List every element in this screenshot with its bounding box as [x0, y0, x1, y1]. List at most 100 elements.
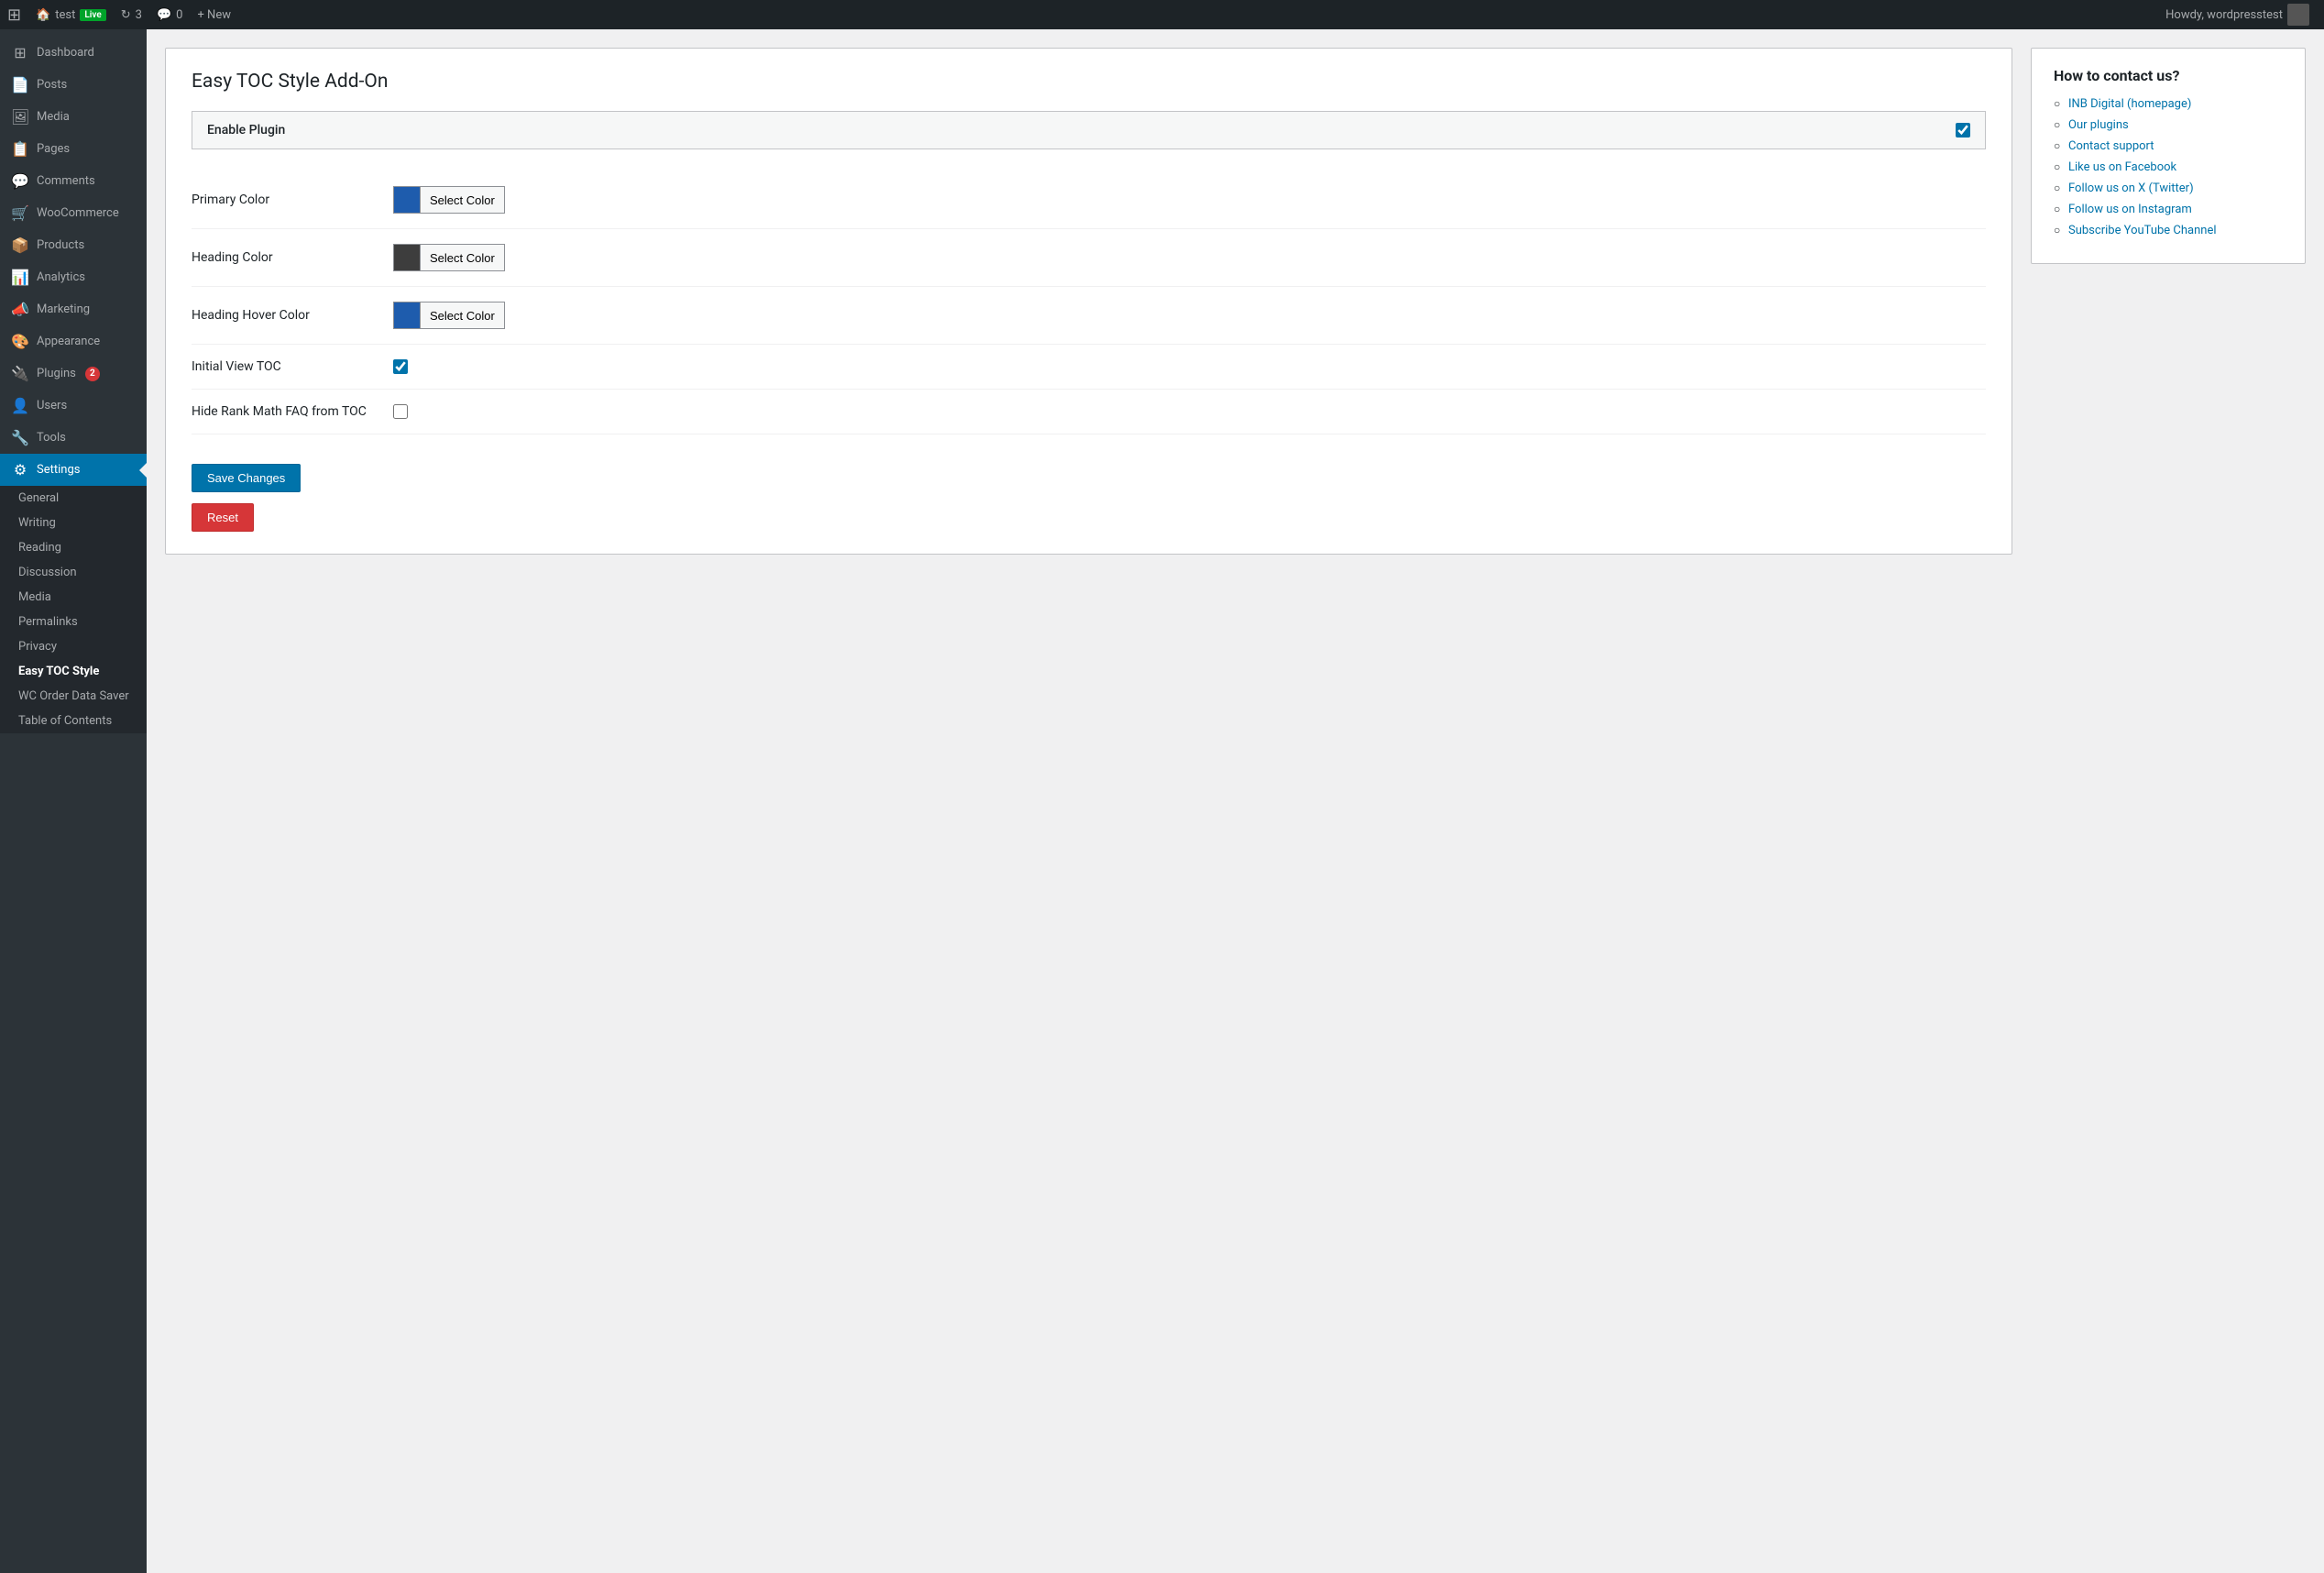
adminbar-updates[interactable]: ↻ 3 — [114, 0, 149, 29]
comments-icon: 💬 — [157, 8, 171, 22]
submenu-reading[interactable]: Reading — [0, 535, 147, 560]
submenu-discussion[interactable]: Discussion — [0, 560, 147, 585]
heading-color-row: Heading Color Select Color — [192, 229, 1986, 287]
heading-color-label: Heading Color — [192, 250, 393, 265]
heading-color-button[interactable]: Select Color — [421, 244, 505, 271]
plugins-badge: 2 — [85, 367, 100, 381]
enable-plugin-label: Enable Plugin — [207, 123, 285, 138]
adminbar-new-label: + New — [197, 8, 231, 22]
initial-view-toc-row: Initial View TOC — [192, 345, 1986, 390]
sidebar-label-appearance: Appearance — [37, 335, 100, 348]
updates-icon: ↻ — [121, 8, 131, 22]
sidebar-label-marketing: Marketing — [37, 302, 90, 316]
form-reset-action: Reset — [192, 496, 1986, 532]
list-item: Follow us on Instagram — [2054, 203, 2283, 216]
adminbar-site-name: test — [55, 8, 75, 22]
sidebar-label-woocommerce: WooCommerce — [37, 206, 119, 220]
settings-icon: ⚙ — [11, 461, 29, 478]
main-form-card: Easy TOC Style Add-On Enable Plugin Prim… — [165, 48, 2012, 555]
heading-hover-color-row: Heading Hover Color Select Color — [192, 287, 1986, 345]
primary-color-row: Primary Color Select Color — [192, 171, 1986, 229]
twitter-link[interactable]: Follow us on X (Twitter) — [2068, 182, 2194, 195]
sidebar-item-posts[interactable]: 📄 Posts — [0, 69, 147, 101]
submenu-general[interactable]: General — [0, 486, 147, 511]
hide-rank-math-label: Hide Rank Math FAQ from TOC — [192, 404, 393, 419]
dashboard-icon: ⊞ — [11, 44, 29, 61]
adminbar-site[interactable]: 🏠 test Live — [28, 0, 114, 29]
products-icon: 📦 — [11, 236, 29, 254]
primary-color-button[interactable]: Select Color — [421, 186, 505, 214]
sidebar-label-comments: Comments — [37, 174, 95, 188]
contact-support-link[interactable]: Contact support — [2068, 139, 2154, 153]
save-changes-button[interactable]: Save Changes — [192, 464, 301, 492]
sidebar-label-posts: Posts — [37, 78, 67, 92]
primary-color-swatch[interactable] — [393, 186, 421, 214]
sidebar-item-marketing[interactable]: 📣 Marketing — [0, 293, 147, 325]
submenu-writing[interactable]: Writing — [0, 511, 147, 535]
sidebar-item-tools[interactable]: 🔧 Tools — [0, 422, 147, 454]
comments-count: 0 — [176, 8, 182, 22]
submenu-table-of-contents[interactable]: Table of Contents — [0, 709, 147, 733]
inb-digital-link[interactable]: INB Digital (homepage) — [2068, 97, 2191, 111]
adminbar-user[interactable]: Howdy, wordpresstest — [2158, 0, 2317, 29]
sidebar-label-analytics: Analytics — [37, 270, 85, 284]
page-title: Easy TOC Style Add-On — [192, 71, 1986, 93]
media-icon: 🖼 — [11, 108, 29, 126]
sidebar-item-plugins[interactable]: 🔌 Plugins 2 — [0, 358, 147, 390]
sidebar-item-dashboard[interactable]: ⊞ Dashboard — [0, 37, 147, 69]
our-plugins-link[interactable]: Our plugins — [2068, 118, 2129, 132]
heading-hover-color-button[interactable]: Select Color — [421, 302, 505, 329]
adminbar-howdy: Howdy, wordpresstest — [2165, 8, 2283, 22]
adminbar-new[interactable]: + New — [190, 0, 238, 29]
heading-hover-color-picker: Select Color — [393, 302, 505, 329]
sidebar-label-users: Users — [37, 399, 67, 412]
info-card-links: INB Digital (homepage) Our plugins Conta… — [2054, 97, 2283, 237]
wp-logo-icon[interactable]: ⊞ — [7, 6, 21, 25]
youtube-link[interactable]: Subscribe YouTube Channel — [2068, 224, 2217, 237]
info-card-title: How to contact us? — [2054, 67, 2283, 84]
user-avatar — [2287, 4, 2309, 26]
tools-icon: 🔧 — [11, 429, 29, 446]
sidebar-item-products[interactable]: 📦 Products — [0, 229, 147, 261]
live-badge: Live — [80, 9, 105, 21]
enable-plugin-checkbox[interactable] — [1956, 123, 1970, 138]
marketing-icon: 📣 — [11, 301, 29, 318]
enable-plugin-row: Enable Plugin — [192, 111, 1986, 149]
list-item: Follow us on X (Twitter) — [2054, 182, 2283, 195]
sidebar-item-analytics[interactable]: 📊 Analytics — [0, 261, 147, 293]
hide-rank-math-checkbox[interactable] — [393, 404, 408, 419]
submenu-easy-toc-style[interactable]: Easy TOC Style — [0, 659, 147, 684]
heading-color-picker: Select Color — [393, 244, 505, 271]
instagram-link[interactable]: Follow us on Instagram — [2068, 203, 2192, 216]
submenu-privacy[interactable]: Privacy — [0, 634, 147, 659]
submenu-wc-order-data-saver[interactable]: WC Order Data Saver — [0, 684, 147, 709]
analytics-icon: 📊 — [11, 269, 29, 286]
adminbar-comments[interactable]: 💬 0 — [149, 0, 191, 29]
sidebar-item-pages[interactable]: 📋 Pages — [0, 133, 147, 165]
list-item: Our plugins — [2054, 118, 2283, 132]
submenu-media[interactable]: Media — [0, 585, 147, 610]
initial-view-toc-label: Initial View TOC — [192, 359, 393, 374]
initial-view-toc-checkbox[interactable] — [393, 359, 408, 374]
site-home-icon: 🏠 — [36, 8, 50, 22]
list-item: INB Digital (homepage) — [2054, 97, 2283, 111]
sidebar-item-appearance[interactable]: 🎨 Appearance — [0, 325, 147, 358]
plugins-icon: 🔌 — [11, 365, 29, 382]
content-wrap: Easy TOC Style Add-On Enable Plugin Prim… — [165, 48, 2306, 555]
sidebar-item-settings[interactable]: ⚙ Settings — [0, 454, 147, 486]
settings-arrow — [139, 463, 147, 478]
hide-rank-math-row: Hide Rank Math FAQ from TOC — [192, 390, 1986, 434]
sidebar-item-comments[interactable]: 💬 Comments — [0, 165, 147, 197]
admin-bar: ⊞ 🏠 test Live ↻ 3 💬 0 + New Howdy, wordp… — [0, 0, 2324, 29]
heading-color-swatch[interactable] — [393, 244, 421, 271]
submenu-permalinks[interactable]: Permalinks — [0, 610, 147, 634]
sidebar-item-media[interactable]: 🖼 Media — [0, 101, 147, 133]
facebook-link[interactable]: Like us on Facebook — [2068, 160, 2176, 174]
sidebar-item-woocommerce[interactable]: 🛒 WooCommerce — [0, 197, 147, 229]
sidebar-item-users[interactable]: 👤 Users — [0, 390, 147, 422]
heading-hover-color-swatch[interactable] — [393, 302, 421, 329]
reset-button[interactable]: Reset — [192, 503, 254, 532]
pages-icon: 📋 — [11, 140, 29, 158]
sidebar-label-plugins: Plugins — [37, 367, 76, 380]
sidebar-label-tools: Tools — [37, 431, 66, 445]
